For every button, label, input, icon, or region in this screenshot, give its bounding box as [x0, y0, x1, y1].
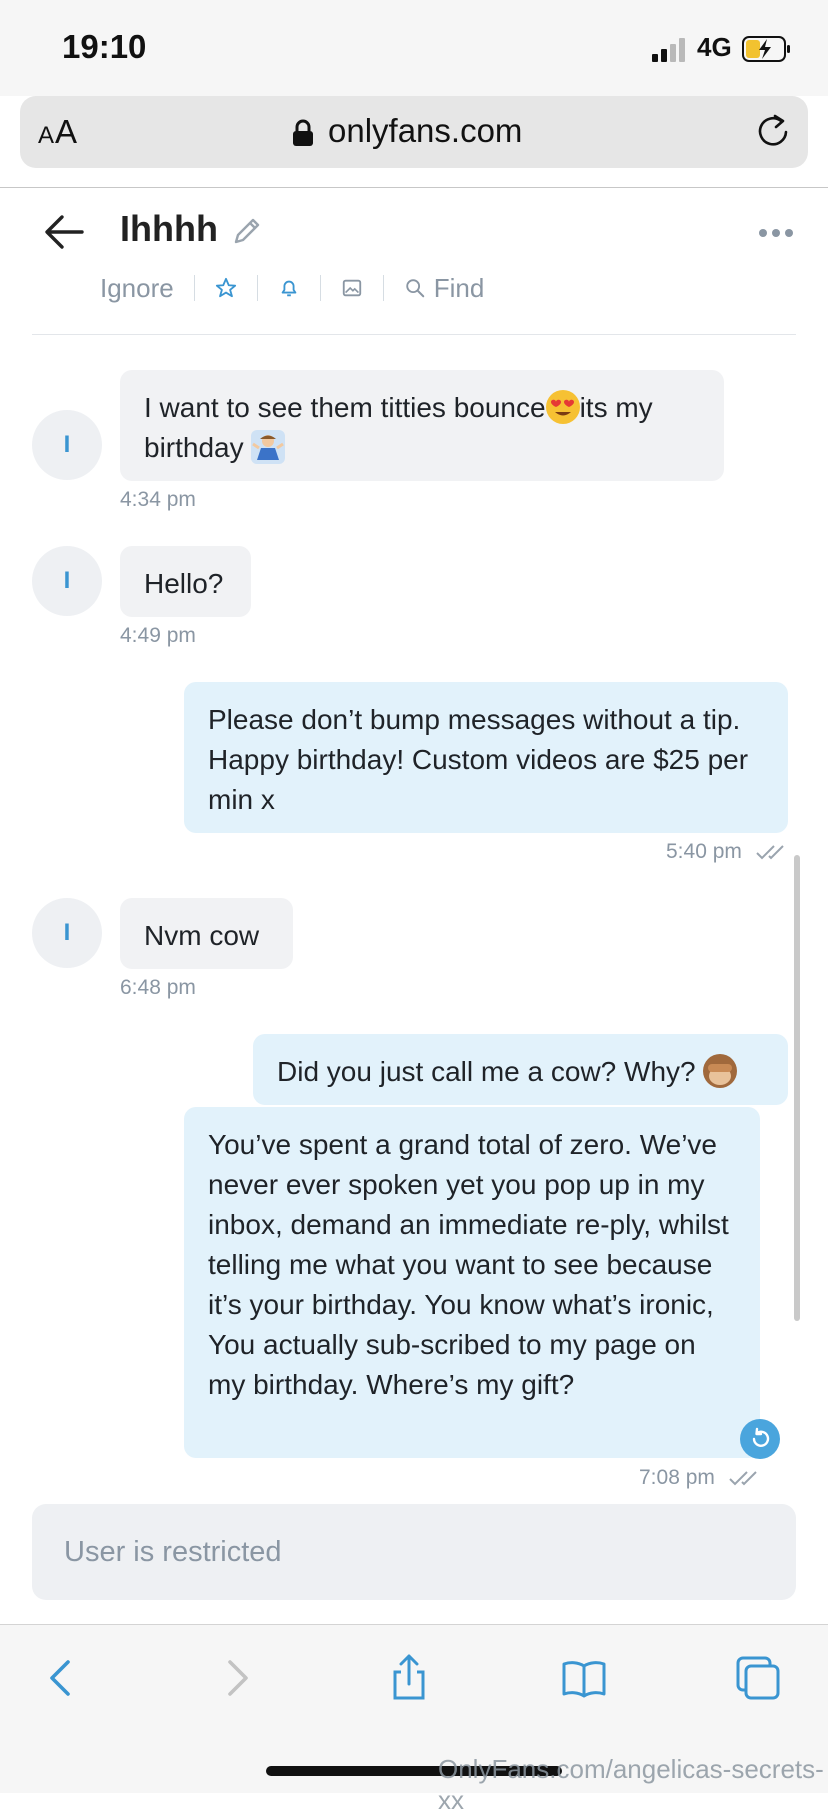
- message-bubble: You’ve spent a grand total of zero. We’v…: [184, 1107, 760, 1458]
- see-no-evil-monkey-emoji: [703, 1054, 738, 1088]
- toolbar-divider: [256, 275, 258, 301]
- find-label: Find: [433, 272, 485, 303]
- more-icon[interactable]: [758, 226, 794, 240]
- search-icon: [406, 279, 424, 298]
- signal-icon: [652, 38, 685, 62]
- toolbar-divider: [193, 275, 195, 301]
- chat-toolbar: Ignore Find: [100, 270, 484, 306]
- share-icon[interactable]: [385, 1654, 433, 1702]
- bookmarks-icon[interactable]: [560, 1654, 608, 1702]
- lock-icon: [293, 119, 313, 146]
- message-time: 7:08 pm: [639, 1466, 763, 1490]
- image-icon[interactable]: [341, 270, 363, 306]
- message-bubble: Hello?: [120, 546, 251, 617]
- star-icon[interactable]: [215, 270, 237, 306]
- double-check-icon: [756, 845, 784, 860]
- message-time: 4:34 pm: [120, 488, 196, 511]
- back-chevron-icon[interactable]: [38, 1654, 86, 1702]
- toolbar-divider: [382, 275, 384, 301]
- scrollbar[interactable]: [794, 855, 800, 1321]
- ignore-button[interactable]: Ignore: [100, 270, 174, 306]
- avatar[interactable]: I: [32, 546, 102, 616]
- watermark: OnlyFans.com/angelicas-secrets-xx: [438, 1754, 824, 1815]
- chat-title: Ihhhh: [120, 208, 218, 249]
- message-time: 6:48 pm: [120, 976, 196, 999]
- message-bubble: Did you just call me a cow? Why?: [253, 1034, 788, 1105]
- tabs-icon[interactable]: [734, 1654, 782, 1702]
- status-time: 19:10: [62, 28, 147, 65]
- message-bubble: I want to see them titties bounce its my…: [120, 370, 724, 481]
- text-size-button[interactable]: AA: [38, 113, 78, 151]
- message-time: 5:40 pm: [666, 840, 790, 864]
- avatar[interactable]: I: [32, 898, 102, 968]
- heart-eyes-emoji: [545, 390, 580, 424]
- shrug-emoji: [251, 430, 286, 464]
- toolbar-divider: [319, 275, 321, 301]
- battery-charging-icon: [742, 36, 790, 62]
- reply-icon[interactable]: [740, 1419, 780, 1459]
- bell-icon[interactable]: [278, 270, 300, 306]
- network-type: 4G: [697, 32, 732, 62]
- find-button[interactable]: Find: [404, 270, 485, 306]
- avatar[interactable]: I: [32, 410, 102, 480]
- forward-chevron-icon[interactable]: [212, 1654, 260, 1702]
- message-bubble: Please don’t bump messages without a tip…: [184, 682, 788, 833]
- url-domain[interactable]: onlyfans.com: [328, 112, 522, 150]
- message-time: 4:49 pm: [120, 624, 196, 647]
- reload-icon[interactable]: [756, 112, 792, 150]
- double-check-icon: [729, 1471, 757, 1486]
- restricted-notice: User is restricted: [64, 1536, 282, 1568]
- edit-pencil-icon[interactable]: [232, 216, 262, 246]
- browser-divider: [0, 187, 828, 188]
- header-divider: [32, 334, 796, 335]
- back-arrow-icon[interactable]: [44, 214, 84, 250]
- message-bubble: Nvm cow: [120, 898, 293, 969]
